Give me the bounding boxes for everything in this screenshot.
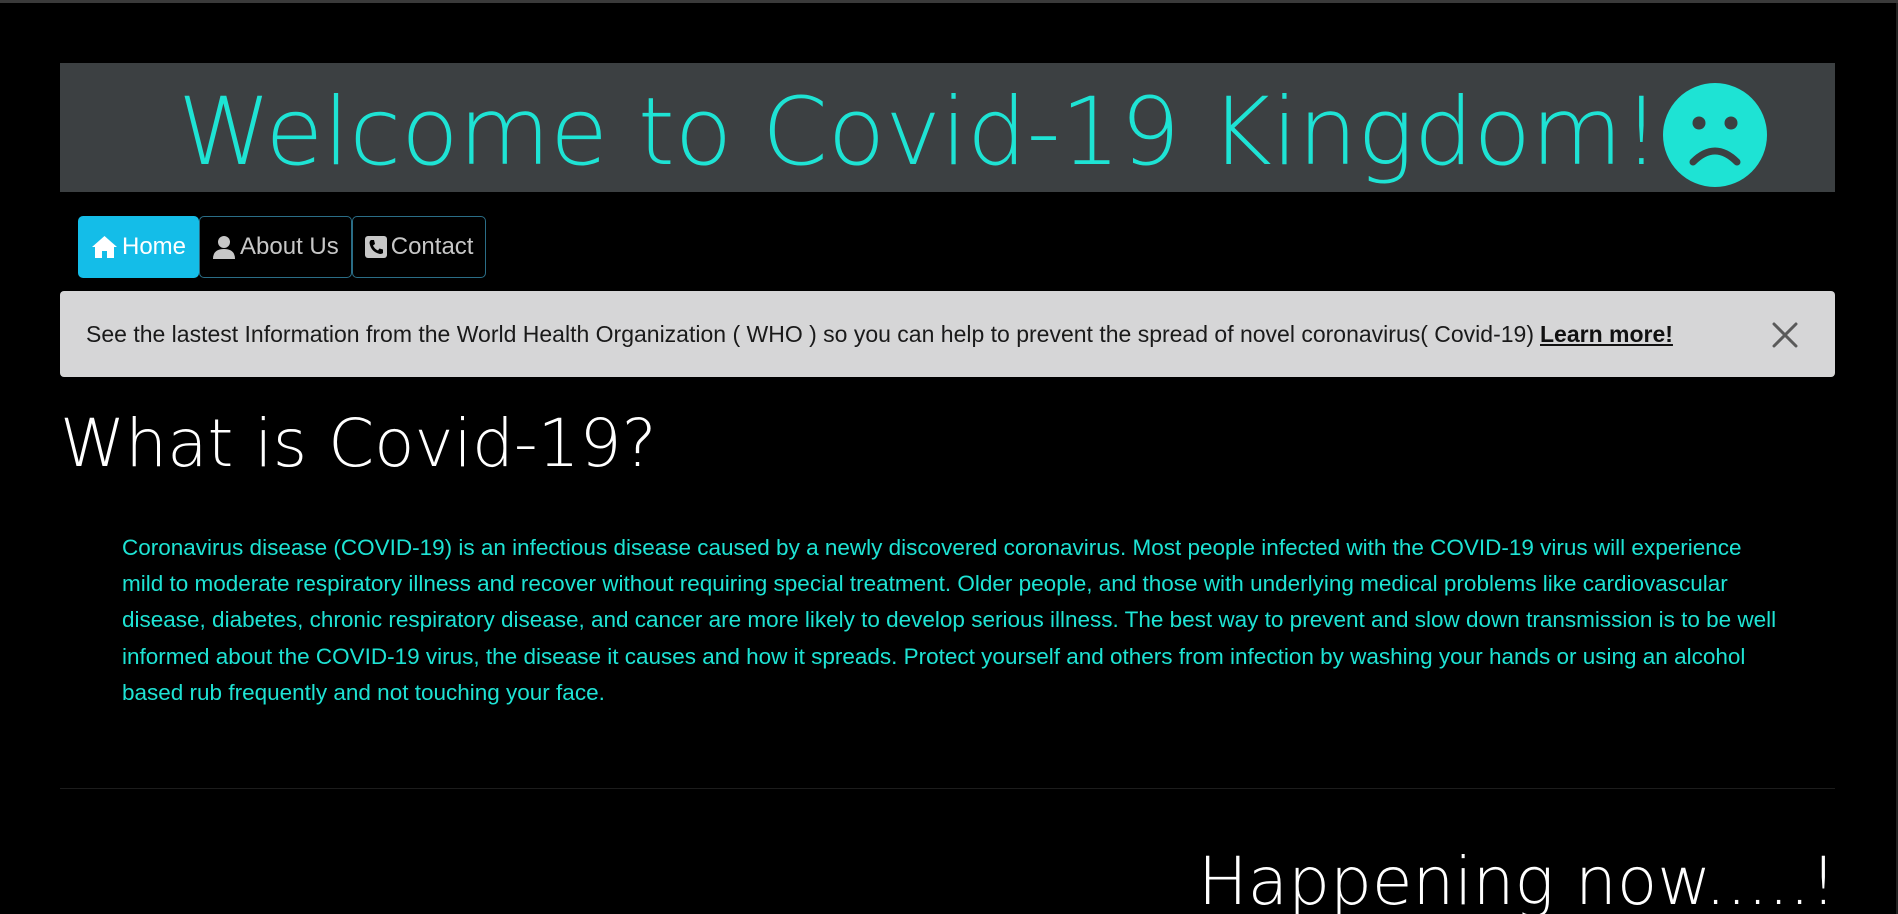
user-icon: [213, 236, 236, 259]
nav-contact-label: Contact: [390, 233, 474, 260]
home-icon: [92, 236, 117, 258]
info-alert: See the lastest Information from the Wor…: [60, 291, 1835, 377]
nav-contact-button[interactable]: Contact: [351, 216, 487, 278]
page: Welcome to Covid-19 Kingdom! Home About …: [0, 0, 1898, 914]
page-title: Welcome to Covid-19 Kingdom!: [178, 78, 1661, 187]
header-title-row: Welcome to Covid-19 Kingdom!: [178, 68, 1768, 198]
alert-text: See the lastest Information from the Wor…: [86, 320, 1534, 347]
nav-about-button[interactable]: About Us: [199, 216, 352, 278]
nav-home-label: Home: [122, 233, 187, 260]
learn-more-link[interactable]: Learn more!: [1540, 321, 1673, 348]
section-heading: What is Covid-19?: [60, 405, 657, 482]
phone-square-icon: [364, 236, 387, 258]
nav-home-button[interactable]: Home: [78, 216, 200, 278]
nav-about-label: About Us: [240, 233, 339, 260]
covid-description: Coronavirus disease (COVID-19) is an inf…: [122, 535, 1777, 705]
frowning-face-icon: [1662, 82, 1768, 188]
happening-now-heading: Happening now.....!: [1198, 843, 1837, 914]
close-icon[interactable]: [1771, 321, 1799, 349]
section-divider: [60, 788, 1835, 789]
main-nav: Home About Us Contact: [78, 216, 487, 278]
